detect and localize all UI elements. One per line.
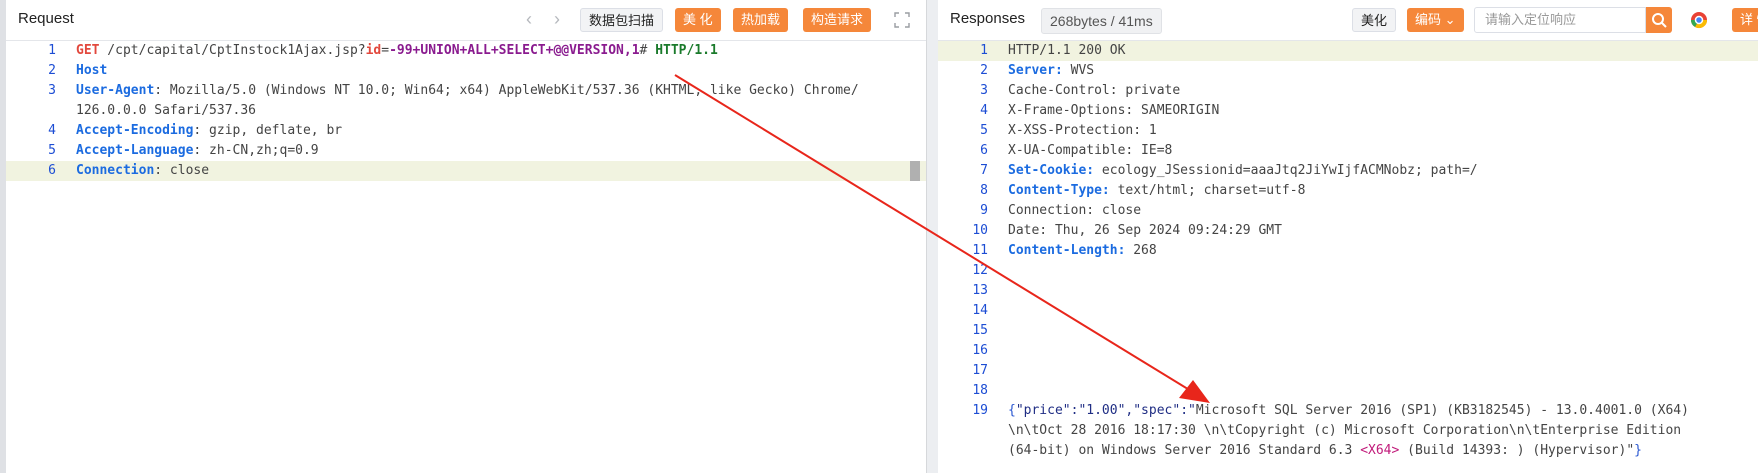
annotation-arrow xyxy=(674,74,1210,403)
